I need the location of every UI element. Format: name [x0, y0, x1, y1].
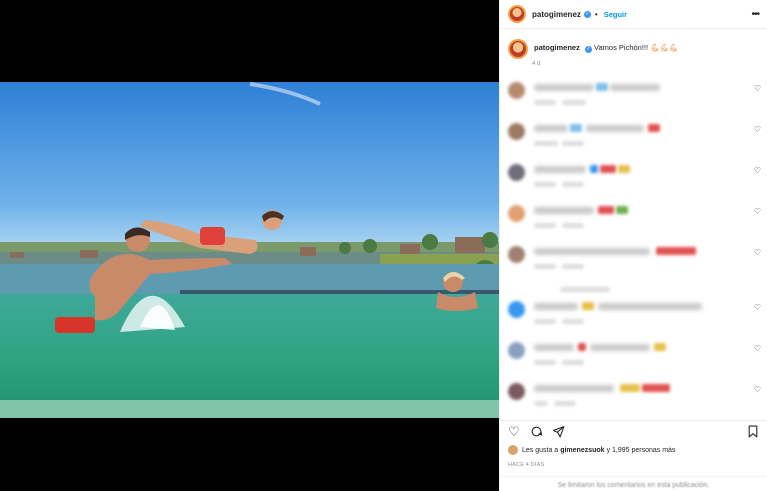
- likes-summary: Les gusta a gimenezsuok y 1,995 personas…: [508, 445, 675, 455]
- blurred-emoji: [616, 206, 628, 214]
- post-header: patogimenez ✓ • Seguir •••: [500, 0, 767, 29]
- blurred-comment-meta: [562, 141, 584, 146]
- caption-verified-badge-icon: ✓: [584, 46, 592, 53]
- blurred-comment-text: [534, 344, 574, 351]
- blurred-comment-text: [598, 303, 702, 310]
- blurred-emoji: [596, 83, 608, 91]
- comment-item: ♡: [500, 242, 767, 283]
- post-side-panel: patogimenez ✓ • Seguir ••• patogimenez ✓…: [499, 0, 767, 491]
- commenter-avatar[interactable]: [508, 164, 525, 181]
- blurred-comment-meta: [534, 319, 556, 324]
- comment-item: ♡: [500, 119, 767, 160]
- commenter-avatar[interactable]: [508, 301, 525, 318]
- blurred-comment-meta: [562, 100, 586, 105]
- comment-item: ♡: [500, 379, 767, 420]
- blurred-emoji: [648, 124, 660, 132]
- comment-like-heart-icon[interactable]: ♡: [754, 125, 761, 134]
- caption-author-avatar[interactable]: [508, 39, 528, 59]
- blurred-comment-text: [534, 207, 594, 214]
- likes-suffix[interactable]: y 1,995 personas más: [607, 447, 676, 454]
- blurred-comment-meta: [534, 401, 548, 406]
- blurred-comment-meta: [534, 264, 556, 269]
- blurred-emoji: [654, 343, 666, 351]
- post-photo[interactable]: [0, 82, 499, 418]
- comment-item: ♡: [500, 160, 767, 201]
- heart-icon[interactable]: ♡: [508, 425, 520, 438]
- post-timestamp: HACE 4 DÍAS: [508, 462, 545, 468]
- caption-age: 4 d: [532, 61, 541, 67]
- blurred-emoji: [570, 124, 582, 132]
- blurred-comment-text: [534, 166, 586, 173]
- comment-like-heart-icon[interactable]: ♡: [754, 344, 761, 353]
- post-media: [0, 0, 499, 491]
- blurred-emoji: [590, 165, 598, 173]
- blurred-comment-meta: [534, 182, 556, 187]
- blurred-comment-meta: [534, 141, 558, 146]
- comment-like-heart-icon[interactable]: ♡: [754, 207, 761, 216]
- caption-text-wrap: patogimenez ✓ Vamos Pichón!!! 💪🏻💪🏻💪🏻: [534, 43, 678, 53]
- share-icon[interactable]: [552, 425, 565, 440]
- comment-like-heart-icon[interactable]: ♡: [754, 84, 761, 93]
- blurred-comment-meta: [554, 401, 576, 406]
- blurred-comment-text: [534, 84, 594, 91]
- blurred-comment-meta: [562, 264, 584, 269]
- commenter-avatar[interactable]: [508, 383, 525, 400]
- blurred-view-replies[interactable]: [560, 287, 610, 292]
- more-options-icon[interactable]: •••: [751, 9, 759, 20]
- blurred-comment-text: [534, 125, 568, 132]
- comment-like-heart-icon[interactable]: ♡: [754, 385, 761, 394]
- blurred-emoji: [642, 384, 670, 392]
- commenter-avatar[interactable]: [508, 123, 525, 140]
- commenter-avatar[interactable]: [508, 82, 525, 99]
- comment-like-heart-icon[interactable]: ♡: [754, 303, 761, 312]
- comment-icon[interactable]: [530, 425, 543, 440]
- blurred-comment-text: [534, 303, 578, 310]
- likes-user[interactable]: gimenezsuok: [560, 447, 604, 454]
- author-username[interactable]: patogimenez: [532, 10, 581, 19]
- caption-text: Vamos Pichón!!! 💪🏻💪🏻💪🏻: [594, 43, 679, 52]
- comment-like-heart-icon[interactable]: ♡: [754, 166, 761, 175]
- blurred-emoji: [578, 343, 586, 351]
- comments-list: ♡ ♡ ♡ ♡ ♡ ♡ ♡ ♡: [500, 78, 767, 420]
- commenter-avatar[interactable]: [508, 342, 525, 359]
- post-actions-bar: ♡: [500, 420, 767, 441]
- comment-item: ♡: [500, 297, 767, 338]
- commenter-avatar[interactable]: [508, 246, 525, 263]
- likes-prefix: Les gusta a: [522, 446, 559, 454]
- blurred-comment-meta: [562, 360, 584, 365]
- limited-comments-notice: Se limitaron los comentarios en esta pub…: [500, 476, 767, 489]
- caption-username[interactable]: patogimenez: [534, 43, 580, 52]
- comment-replies-toggle[interactable]: [500, 283, 767, 297]
- post-caption: patogimenez ✓ Vamos Pichón!!! 💪🏻💪🏻💪🏻: [500, 29, 767, 59]
- blurred-emoji: [600, 165, 616, 173]
- blurred-comment-meta: [534, 100, 556, 105]
- comment-item: ♡: [500, 338, 767, 379]
- pool-photo-illustration: [0, 82, 499, 418]
- verified-badge-icon: ✓: [583, 10, 591, 18]
- blurred-emoji: [598, 206, 614, 214]
- blurred-comment-meta: [562, 182, 584, 187]
- separator-dot: •: [594, 9, 598, 19]
- blurred-comment-meta: [562, 223, 584, 228]
- liker-avatar[interactable]: [508, 445, 518, 455]
- comment-like-heart-icon[interactable]: ♡: [754, 248, 761, 257]
- blurred-emoji: [620, 384, 640, 392]
- blurred-comment-text: [586, 125, 644, 132]
- comment-item: ♡: [500, 201, 767, 242]
- blurred-comment-meta: [534, 223, 556, 228]
- blurred-emoji: [656, 247, 696, 255]
- follow-button[interactable]: Seguir: [604, 10, 627, 19]
- blurred-comment-text: [534, 248, 650, 255]
- blurred-comment-text: [610, 84, 660, 91]
- blurred-comment-text: [534, 385, 614, 392]
- blurred-comment-meta: [534, 360, 556, 365]
- comment-item: ♡: [500, 78, 767, 119]
- blurred-comment-text: [590, 344, 650, 351]
- blurred-emoji: [618, 165, 630, 173]
- blurred-comment-meta: [562, 319, 584, 324]
- bookmark-icon[interactable]: [747, 425, 759, 440]
- commenter-avatar[interactable]: [508, 205, 525, 222]
- blurred-emoji: [582, 302, 594, 310]
- author-avatar[interactable]: [508, 5, 526, 23]
